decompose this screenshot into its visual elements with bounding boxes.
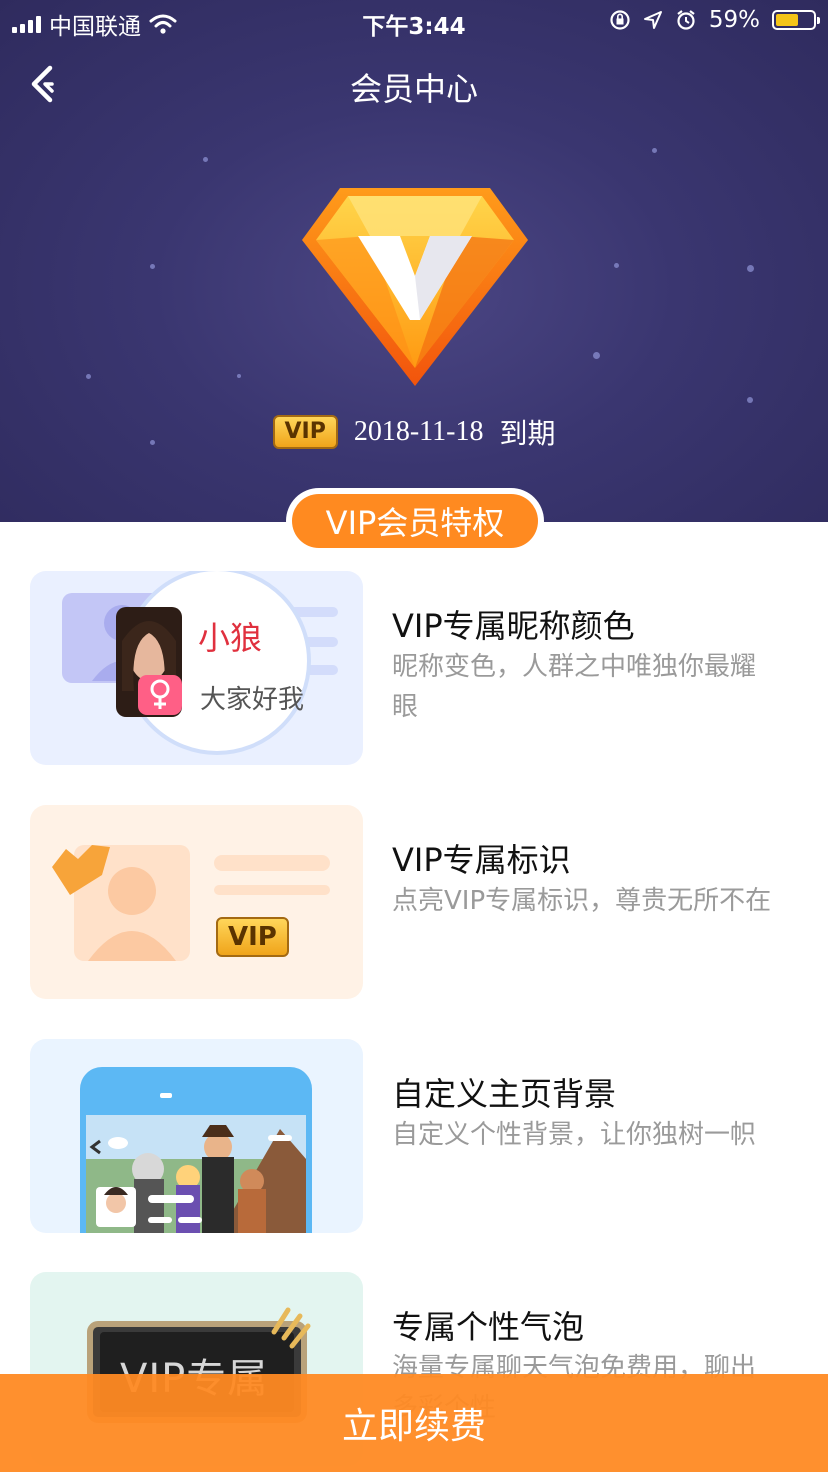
battery-icon xyxy=(772,10,820,30)
page-title: 会员中心 xyxy=(349,70,478,108)
feature-item[interactable]: 小狼 大家好我 VIP专属昵称颜色 昵称变色，人群之中唯独你最耀眼 xyxy=(0,571,828,767)
feature-title: VIP专属标识 xyxy=(392,841,571,879)
section-title-pill: VIP会员特权 xyxy=(286,488,544,554)
star-decoration xyxy=(593,352,600,359)
renew-button-label: 立即续费 xyxy=(341,1406,486,1447)
star-decoration xyxy=(652,148,657,153)
feature-item[interactable]: VIP VIP专属标识 点亮VIP专属标识，尊贵无所不在 xyxy=(0,805,828,1001)
vip-badge: VIP xyxy=(216,917,289,957)
renew-button[interactable]: 立即续费 xyxy=(0,1374,828,1472)
alarm-icon xyxy=(677,10,695,30)
section-title: VIP会员特权 xyxy=(292,494,538,548)
vip-expiry: VIP 2018-11-18 到期 xyxy=(0,412,828,452)
expiry-suffix: 到期 xyxy=(499,417,556,450)
feature-title: 自定义主页背景 xyxy=(392,1075,617,1113)
feature-card-nickname-color: 小狼 大家好我 xyxy=(30,571,363,765)
star-decoration xyxy=(237,374,241,378)
nickname-color-illustration xyxy=(62,571,338,755)
feature-card-vip-badge: VIP xyxy=(30,805,363,999)
vip-badge: VIP xyxy=(272,415,338,449)
feature-card-custom-background xyxy=(30,1039,363,1233)
star-decoration xyxy=(747,265,754,272)
feature-title: 专属个性气泡 xyxy=(392,1308,585,1346)
sample-nickname: 小狼 xyxy=(198,619,263,657)
star-decoration xyxy=(150,264,155,269)
status-bar: 中国联通 下午3:44 59% xyxy=(0,0,828,42)
star-decoration xyxy=(614,263,619,268)
custom-background-illustration xyxy=(80,1067,312,1233)
vip-badge-illustration xyxy=(52,845,330,961)
battery-percent: 59% xyxy=(708,7,760,33)
feature-description: 自定义个性背景，让你独树一帜 xyxy=(392,1120,757,1150)
orientation-lock-icon xyxy=(610,10,630,30)
vip-gem-icon xyxy=(302,188,528,386)
expiry-date: 2018-11-18 xyxy=(353,416,484,447)
star-decoration xyxy=(86,374,91,379)
feature-description: 昵称变色，人群之中唯独你最耀眼 xyxy=(392,652,757,722)
feature-description: 点亮VIP专属标识，尊贵无所不在 xyxy=(392,886,772,916)
feature-title: VIP专属昵称颜色 xyxy=(392,607,635,645)
sample-greeting: 大家好我 xyxy=(200,685,304,715)
header-hero: 中国联通 下午3:44 59% 会员中心 VIP 2018-11-18 到期 xyxy=(0,0,828,522)
star-decoration xyxy=(747,397,753,403)
location-icon xyxy=(643,11,662,29)
star-decoration xyxy=(203,157,208,162)
feature-item[interactable]: 自定义主页背景 自定义个性背景，让你独树一帜 xyxy=(0,1039,828,1235)
